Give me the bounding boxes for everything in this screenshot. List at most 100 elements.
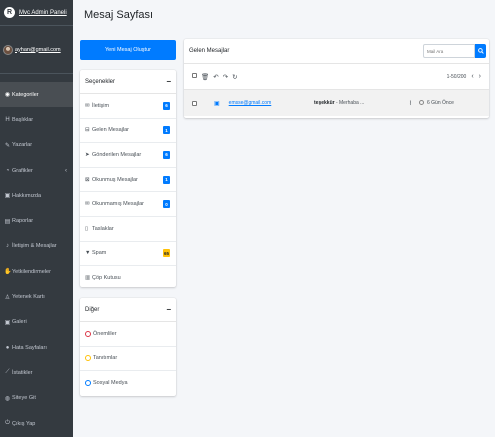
sidebar-item-label: Raporlar bbox=[12, 218, 34, 225]
error-icon: ● bbox=[5, 344, 10, 351]
gauge-icon: ◉ bbox=[4, 92, 11, 99]
message-checkbox[interactable] bbox=[192, 100, 197, 106]
folder-item[interactable]: ⊠ Okunmuş Mesajlar 1 bbox=[80, 168, 176, 193]
trash-icon: ▥ bbox=[85, 275, 91, 282]
inbox-tray-icon: ⊟ bbox=[85, 127, 90, 134]
user-card-icon: ♙ bbox=[4, 294, 11, 301]
folder-label: Gelen Mesajlar bbox=[92, 127, 129, 134]
power-icon: ⏻ bbox=[5, 420, 10, 426]
prev-page-icon[interactable]: ‹ bbox=[471, 73, 473, 80]
trash-icon[interactable]: 🗑 bbox=[201, 73, 209, 81]
folder-label: İletişim bbox=[92, 102, 110, 109]
heading-icon: H bbox=[5, 116, 10, 123]
sidebar-item[interactable]: ⏻ Çıkış Yap bbox=[0, 411, 73, 436]
sidebar-item[interactable]: ◍ Siteye Git bbox=[0, 386, 73, 411]
collapse-other-button[interactable]: − bbox=[166, 305, 171, 314]
inbox-card: Gelen Mesajlar 🗑 ↶ ↷ ↻ 1-50/200 ‹ › ▣ ems… bbox=[184, 39, 489, 118]
label-item[interactable]: Önemliler bbox=[80, 322, 176, 347]
message-subject[interactable]: teşekkür - Merhaba ... bbox=[314, 100, 364, 106]
select-all-checkbox[interactable] bbox=[192, 73, 197, 80]
folder-item[interactable]: ✉ Okunmamış Mesajlar 0 bbox=[80, 192, 176, 217]
pager-text: 1-50/200 bbox=[446, 73, 467, 80]
sidebar-item[interactable]: ◔ Grafikler ‹ bbox=[0, 158, 73, 183]
globe-icon: ◍ bbox=[4, 395, 11, 402]
clock-icon bbox=[419, 100, 424, 105]
message-row[interactable]: ▣ emsse@gmail.com teşekkür - Merhaba ... ⌇ 6… bbox=[184, 89, 489, 116]
message-sender[interactable]: emsse@gmail.com bbox=[229, 100, 272, 106]
inbox-title: Gelen Mesajlar bbox=[189, 48, 230, 54]
circle-yellow-icon bbox=[85, 355, 91, 362]
folder-item[interactable]: ⊟ Gelen Mesajlar 1 bbox=[80, 119, 176, 144]
folder-item[interactable]: ▯ Taslaklar bbox=[80, 217, 176, 242]
options-title: Seçenekler bbox=[85, 78, 116, 85]
folder-label: Gönderilen Mesajlar bbox=[92, 151, 142, 158]
sidebar-item[interactable]: ♙ Yetenek Kartı bbox=[0, 284, 73, 309]
brand-link[interactable]: R Mvc Admin Paneli bbox=[0, 0, 73, 26]
sidebar-item[interactable]: ◉ Kategoriler bbox=[0, 82, 73, 108]
next-page-icon[interactable]: › bbox=[479, 73, 481, 80]
mail-toolbar: 🗑 ↶ ↷ ↻ 1-50/200 ‹ › bbox=[184, 64, 489, 89]
count-badge: 1 bbox=[163, 126, 170, 135]
sidebar-item-label: Yetkilendirmeler bbox=[12, 268, 51, 275]
sidebar-item[interactable]: ♪ İletişim & Mesajlar bbox=[0, 234, 73, 259]
sidebar-item[interactable]: ● Hata Sayfaları bbox=[0, 335, 73, 360]
count-badge: 6 bbox=[163, 101, 170, 110]
sidebar-item-label: Grafikler bbox=[12, 167, 33, 174]
options-card-header: Seçenekler − bbox=[80, 70, 176, 94]
folder-item[interactable]: ➤ Gönderilen Mesajlar 6 bbox=[80, 143, 176, 168]
reply-icon[interactable]: ↶ bbox=[213, 73, 218, 81]
circle-blue-icon bbox=[85, 380, 91, 387]
brand-logo-icon: R bbox=[4, 7, 15, 18]
sidebar-item[interactable]: ▣ Hakkımızda bbox=[0, 183, 73, 208]
other-card: Diğer − Önemliler Tanıtımlar Sosyal Medya bbox=[80, 298, 176, 396]
forward-icon[interactable]: ↷ bbox=[223, 73, 228, 81]
sidebar-item[interactable]: ⟋ İstatikler bbox=[0, 360, 73, 385]
inbox-header: Gelen Mesajlar bbox=[184, 39, 489, 64]
folder-label: Okunmamış Mesajlar bbox=[92, 201, 144, 208]
envelope-open-icon: ⊠ bbox=[85, 176, 90, 183]
refresh-icon[interactable]: ↻ bbox=[232, 73, 237, 81]
sidebar-item[interactable]: ✋ Yetkilendirmeler bbox=[0, 259, 73, 284]
folder-label: Taslaklar bbox=[92, 225, 114, 232]
new-message-button[interactable]: Yeni Mesaj Oluştur bbox=[80, 40, 176, 60]
sidebar-item-label: Yazarlar bbox=[12, 142, 33, 149]
report-icon: ▤ bbox=[4, 218, 11, 225]
image-icon: ▣ bbox=[4, 319, 11, 326]
sidebar: R Mvc Admin Paneli ayhan@gmail.com ◉ Kate… bbox=[0, 0, 73, 437]
label-text: Sosyal Medya bbox=[93, 380, 128, 387]
sidebar-item[interactable]: ✎ Yazarlar bbox=[0, 133, 73, 158]
folder-item[interactable]: ▼ Spam 65 bbox=[80, 242, 176, 267]
search-button[interactable] bbox=[475, 44, 486, 58]
search-icon bbox=[477, 48, 484, 54]
inbox-icon: ✉ bbox=[85, 102, 90, 109]
chart-pie-icon: ◔ bbox=[5, 167, 10, 174]
label-item[interactable]: Sosyal Medya bbox=[80, 371, 176, 396]
label-item[interactable]: Tanıtımlar bbox=[80, 347, 176, 372]
music-icon: ♪ bbox=[6, 243, 9, 250]
other-card-header: Diğer − bbox=[80, 298, 176, 322]
folder-item[interactable]: ▥ Çöp Kutusu bbox=[80, 266, 176, 291]
other-title: Diğer bbox=[85, 306, 100, 313]
search-input[interactable] bbox=[423, 44, 475, 58]
sidebar-item-label: Hakkımızda bbox=[12, 192, 42, 199]
sidebar-item[interactable]: ▤ Raporlar bbox=[0, 208, 73, 233]
avatar bbox=[3, 44, 13, 55]
count-badge: 1 bbox=[163, 175, 170, 184]
brand-title[interactable]: Mvc Admin Paneli bbox=[19, 10, 67, 16]
folder-item[interactable]: ✉ İletişim 6 bbox=[80, 94, 176, 119]
circle-red-icon bbox=[85, 330, 91, 337]
count-badge: 65 bbox=[162, 249, 170, 258]
sidebar-item[interactable]: ▣ Galeri bbox=[0, 310, 73, 335]
info-box-icon: ▣ bbox=[4, 193, 11, 200]
message-list: ▣ emsse@gmail.com teşekkür - Merhaba ... ⌇ 6… bbox=[184, 89, 489, 116]
collapse-options-button[interactable]: − bbox=[166, 77, 171, 86]
count-badge: 6 bbox=[163, 150, 170, 159]
user-email-link[interactable]: ayhan@gmail.com bbox=[15, 47, 61, 53]
folder-label: Spam bbox=[92, 250, 107, 257]
mail-status-icon[interactable]: ▣ bbox=[214, 100, 220, 107]
sidebar-item[interactable]: H Başlıklar bbox=[0, 107, 73, 132]
sidebar-item-label: İletişim & Mesajlar bbox=[12, 243, 57, 250]
send-icon: ➤ bbox=[85, 151, 90, 158]
paperclip-icon: ⌇ bbox=[409, 100, 412, 107]
sidebar-item-label: Kategoriler bbox=[12, 91, 39, 98]
